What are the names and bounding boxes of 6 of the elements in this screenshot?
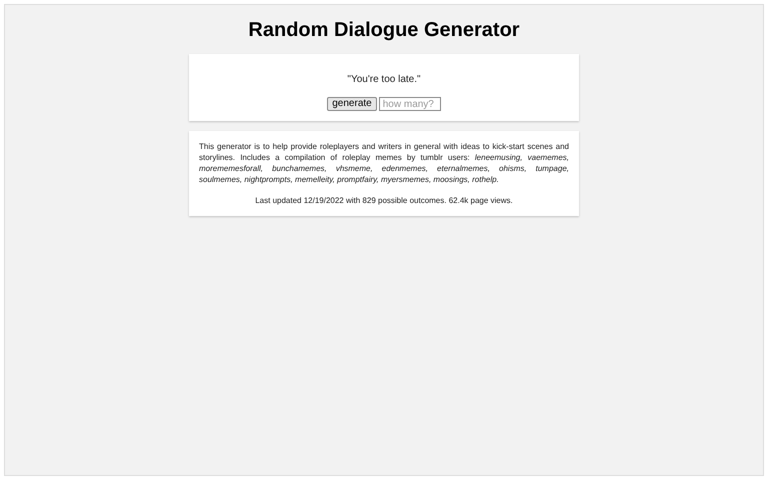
update-info: Last updated 12/19/2022 with 829 possible outcomes. 62.4k page views. — [254, 195, 514, 207]
description-text: This generator is to help provide roleplayers and writers in general with ideas to kick-start scenes and storylines. Includes a compilation of roleplay memes by tumblr users: leneemusing, vaememes, morememesforall, bunchamemes, vhsmeme, edenmemes, eternalmemes, ohisms, tumpage, soulmemes, nightprompts, memelleity, promptfairy, myersmemes, moosings, rothelp. — [199, 141, 569, 185]
dialogue-text: "You're too late." — [347, 73, 421, 87]
page-title: Random Dialogue Generator — [248, 18, 520, 42]
count-field[interactable]: how many? — [378, 97, 441, 111]
generate-button[interactable]: generate — [327, 97, 377, 111]
